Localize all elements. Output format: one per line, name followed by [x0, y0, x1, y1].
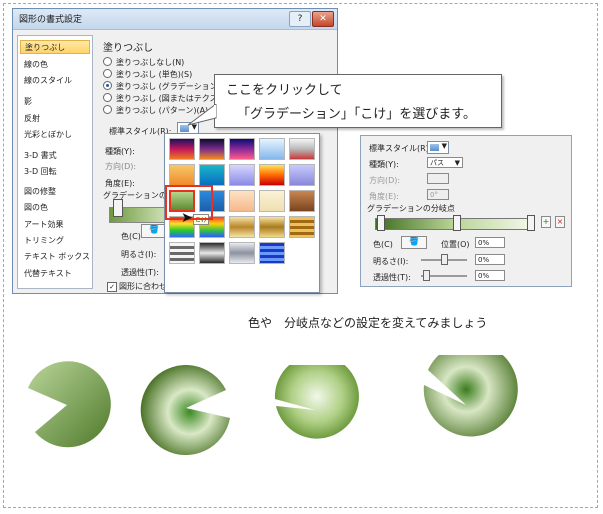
type-select[interactable]: パス ▼ — [427, 157, 463, 168]
preset-cell[interactable] — [199, 138, 225, 160]
preset-cell[interactable] — [199, 164, 225, 186]
nav-item-reflection[interactable]: 反射 — [20, 112, 90, 126]
example-shape-2 — [140, 365, 230, 455]
direction-label-2: 方向(D): — [369, 176, 401, 185]
nav-item-crop[interactable]: トリミング — [20, 234, 90, 248]
preset-label-2: 標準スタイル(R): — [369, 144, 432, 153]
nav-item-shadow[interactable]: 影 — [20, 95, 90, 109]
callout-pointer — [187, 104, 217, 126]
example-shape-4 — [423, 355, 518, 437]
color-label: 色(C) — [121, 232, 141, 241]
callout-line-2: 「グラデーション」「こけ」を選びます。 — [237, 107, 476, 122]
preset-cell[interactable] — [289, 164, 315, 186]
nav-item-fill[interactable]: 塗りつぶし — [20, 40, 90, 54]
dialog-title: 図形の書式設定 — [19, 15, 83, 25]
nav-item-alt-text[interactable]: 代替テキスト — [20, 267, 90, 281]
brightness-slider-handle[interactable] — [441, 254, 448, 265]
preset-cell[interactable] — [259, 164, 285, 186]
chevron-down-icon: ▼ — [454, 159, 460, 167]
close-button[interactable]: ✕ — [312, 11, 334, 27]
preset-cell[interactable] — [289, 190, 315, 212]
gradient-settings-panel: 標準スタイル(R): ▼ 種類(Y): パス ▼ 方向(D): 角度(E): 0°… — [360, 135, 572, 287]
gradient-stop-handle-3[interactable] — [527, 215, 535, 231]
paint-bucket-icon: 🪣 — [409, 237, 419, 246]
rotate-checkbox[interactable]: ✓ — [107, 282, 117, 292]
paint-bucket-icon: 🪣 — [149, 225, 159, 234]
type-label: 種類(Y): — [105, 147, 135, 156]
left-nav: 塗りつぶし 線の色 線のスタイル 影 反射 光彩とぼかし 3-D 書式 3-D … — [17, 35, 93, 289]
add-stop-button[interactable]: + — [541, 216, 551, 228]
preset-cell[interactable] — [169, 138, 195, 160]
direction-dropdown[interactable] — [427, 173, 449, 184]
color-picker-button-2[interactable]: 🪣 — [401, 236, 427, 249]
example-shape-1 — [28, 361, 111, 448]
preset-cell[interactable] — [229, 216, 255, 238]
dialog-titlebar: 図形の書式設定 ? ✕ — [13, 9, 337, 30]
preset-cell[interactable] — [259, 138, 285, 160]
preset-cell[interactable] — [259, 216, 285, 238]
preset-dropdown-2[interactable]: ▼ — [427, 141, 449, 154]
preset-cell[interactable] — [259, 242, 285, 264]
mouse-cursor-icon: ➤ — [181, 210, 193, 226]
preset-label: 標準スタイル(R): — [109, 127, 172, 136]
caption-text: 色や 分岐点などの設定を変えてみましょう — [248, 316, 488, 330]
example-shape-3 — [274, 365, 359, 439]
gradient-stop-handle[interactable] — [113, 199, 123, 217]
brightness-label-2: 明るさ(I): — [373, 257, 409, 266]
transparency-label-2: 透過性(T): — [373, 273, 411, 282]
chevron-down-icon: ▼ — [441, 142, 447, 150]
preset-cell[interactable] — [259, 190, 285, 212]
gradient-stop-handle-1[interactable] — [377, 215, 385, 231]
nav-item-artistic-effects[interactable]: アート効果 — [20, 218, 90, 232]
angle-label: 角度(E): — [105, 179, 135, 188]
preset-cell[interactable] — [199, 242, 225, 264]
radio-solid-fill[interactable]: 塗りつぶし (単色)(S) — [103, 69, 192, 81]
gradient-stops-label-2: グラデーションの分岐点 — [367, 204, 455, 213]
transparency-input[interactable]: 0% — [475, 270, 505, 281]
preset-cell[interactable] — [229, 164, 255, 186]
nav-item-line-color[interactable]: 線の色 — [20, 58, 90, 72]
nav-item-picture-color[interactable]: 図の色 — [20, 201, 90, 215]
preset-cell[interactable] — [229, 190, 255, 212]
nav-item-3d-rotation[interactable]: 3-D 回転 — [20, 165, 90, 179]
direction-label: 方向(D): — [105, 162, 137, 171]
callout-line-1: ここをクリックして — [226, 83, 343, 98]
preset-cell[interactable] — [169, 164, 195, 186]
brightness-input[interactable]: 0% — [475, 254, 505, 265]
transparency-label: 透過性(T): — [121, 268, 159, 277]
brightness-label: 明るさ(I): — [121, 250, 157, 259]
preset-cell[interactable] — [229, 242, 255, 264]
nav-item-3d-format[interactable]: 3-D 書式 — [20, 149, 90, 163]
nav-item-text-box[interactable]: テキスト ボックス — [20, 250, 90, 264]
preset-cell[interactable] — [169, 242, 195, 264]
preset-cell[interactable] — [289, 138, 315, 160]
radio-no-fill[interactable]: 塗りつぶしなし(N) — [103, 57, 184, 69]
section-title: 塗りつぶし — [103, 43, 154, 54]
instruction-callout: ここをクリックして 「グラデーション」「こけ」を選びます。 — [214, 74, 502, 128]
gradient-stop-handle-2[interactable] — [453, 215, 461, 231]
position-input[interactable]: 0% — [475, 237, 505, 248]
color-label-2: 色(C) — [373, 240, 393, 249]
preset-cell[interactable] — [229, 138, 255, 160]
remove-stop-button[interactable]: × — [555, 216, 565, 228]
nav-item-picture-corrections[interactable]: 図の修整 — [20, 185, 90, 199]
help-button[interactable]: ? — [289, 11, 311, 27]
position-label: 位置(O) — [441, 240, 470, 249]
preset-cell[interactable] — [289, 216, 315, 238]
nav-item-line-style[interactable]: 線のスタイル — [20, 74, 90, 88]
angle-input[interactable]: 0° — [427, 189, 449, 200]
nav-item-glow[interactable]: 光彩とぼかし — [20, 128, 90, 142]
angle-label-2: 角度(E): — [369, 192, 399, 201]
type-label-2: 種類(Y): — [369, 160, 399, 169]
transparency-slider-handle[interactable] — [423, 270, 430, 281]
